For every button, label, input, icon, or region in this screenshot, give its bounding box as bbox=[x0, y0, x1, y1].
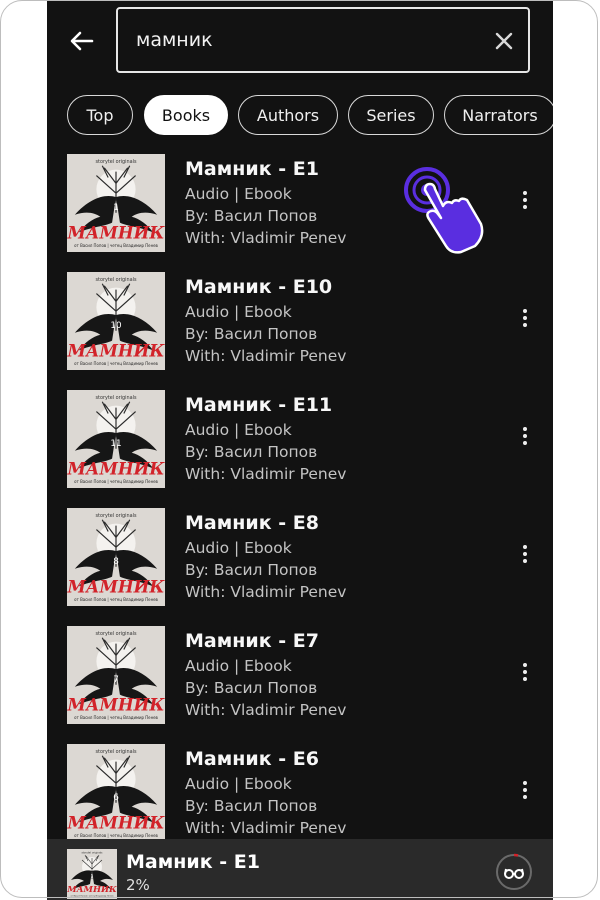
book-cover: 6 storytel originals МАМНИК от Васил Поп… bbox=[67, 744, 165, 842]
book-cover: 10 storytel originals МАМНИК от Васил По… bbox=[67, 272, 165, 370]
back-button[interactable] bbox=[65, 24, 99, 58]
book-narrator: With: Vladimir Penev bbox=[185, 347, 347, 365]
svg-text:МАМНИК: МАМНИК bbox=[67, 458, 165, 478]
book-narrator: With: Vladimir Penev bbox=[185, 819, 347, 837]
svg-text:storytel originals: storytel originals bbox=[95, 513, 136, 519]
svg-text:от Васил Попов | четец Владими: от Васил Попов | четец Владимир Пенев bbox=[74, 243, 158, 248]
svg-text:МАМНИК: МАМНИК bbox=[67, 885, 117, 895]
tab-series-label: Series bbox=[366, 105, 416, 125]
tab-series[interactable]: Series bbox=[348, 95, 434, 135]
player-title: Мамник - E1 bbox=[126, 851, 260, 873]
more-vertical-icon bbox=[515, 781, 535, 799]
more-vertical-icon bbox=[515, 427, 535, 445]
close-icon bbox=[495, 32, 513, 50]
book-author: By: Васил Попов bbox=[185, 325, 318, 343]
book-format: Audio | Ebook bbox=[185, 303, 292, 321]
tab-top-label: Top bbox=[86, 105, 114, 125]
svg-text:storytel originals: storytel originals bbox=[95, 631, 136, 637]
search-screen: мамник Top Books Authors Series Narrator… bbox=[47, 0, 553, 900]
book-cover: 11 storytel originals МАМНИК от Васил По… bbox=[67, 390, 165, 488]
tab-books-label: Books bbox=[161, 105, 211, 125]
more-options-button[interactable] bbox=[515, 778, 535, 802]
svg-text:storytel originals: storytel originals bbox=[95, 159, 136, 165]
svg-text:storytel originals: storytel originals bbox=[95, 749, 136, 755]
tab-top[interactable]: Top bbox=[67, 95, 133, 135]
tab-authors[interactable]: Authors bbox=[238, 95, 338, 135]
svg-text:от Васил Попов | четец Владими: от Васил Попов | четец Владимир Пенев bbox=[74, 715, 158, 720]
more-options-button[interactable] bbox=[515, 306, 535, 330]
svg-text:МАМНИК: МАМНИК bbox=[67, 576, 165, 596]
svg-text:от Васил Попов | четец Владими: от Васил Попов | четец Владимир Пенев bbox=[74, 479, 158, 484]
mini-player[interactable]: 1 storytel originals МАМНИК от Васил Поп… bbox=[47, 839, 553, 900]
more-vertical-icon bbox=[515, 545, 535, 563]
player-action-button[interactable] bbox=[495, 853, 533, 891]
svg-text:от Васил Попов | четец Владими: от Васил Попов | четец Владимир Пенев bbox=[74, 597, 158, 602]
more-vertical-icon bbox=[515, 309, 535, 327]
svg-text:10: 10 bbox=[110, 321, 122, 331]
svg-text:7: 7 bbox=[113, 675, 119, 685]
book-format: Audio | Ebook bbox=[185, 539, 292, 557]
svg-text:от Васил Попов | четец Владими: от Васил Попов | четец Владимир Пенев bbox=[74, 833, 158, 838]
book-narrator: With: Vladimir Penev bbox=[185, 465, 347, 483]
book-cover: 7 storytel originals МАМНИК от Васил Поп… bbox=[67, 626, 165, 724]
svg-text:МАМНИК: МАМНИК bbox=[67, 694, 165, 714]
book-cover: 8 storytel originals МАМНИК от Васил Поп… bbox=[67, 508, 165, 606]
book-title: Мамник - E1 bbox=[185, 158, 319, 180]
svg-text:1: 1 bbox=[91, 874, 94, 880]
book-author: By: Васил Попов bbox=[185, 443, 318, 461]
book-title: Мамник - E8 bbox=[185, 512, 319, 534]
svg-text:storytel originals: storytel originals bbox=[95, 277, 136, 283]
book-narrator: With: Vladimir Penev bbox=[185, 701, 347, 719]
svg-text:МАМНИК: МАМНИК bbox=[67, 222, 165, 242]
more-vertical-icon bbox=[515, 663, 535, 681]
book-author: By: Васил Попов bbox=[185, 207, 318, 225]
book-author: By: Васил Попов bbox=[185, 561, 318, 579]
svg-text:МАМНИК: МАМНИК bbox=[67, 340, 165, 360]
filter-tabs: Top Books Authors Series Narrators bbox=[67, 95, 553, 135]
book-title: Мамник - E7 bbox=[185, 630, 319, 652]
arrow-left-icon bbox=[70, 31, 94, 51]
tab-authors-label: Authors bbox=[256, 105, 320, 125]
more-vertical-icon bbox=[515, 191, 535, 209]
svg-text:6: 6 bbox=[113, 793, 119, 803]
book-narrator: With: Vladimir Penev bbox=[185, 583, 347, 601]
book-author: By: Васил Попов bbox=[185, 797, 318, 815]
player-cover: 1 storytel originals МАМНИК от Васил Поп… bbox=[67, 849, 117, 899]
book-format: Audio | Ebook bbox=[185, 185, 292, 203]
book-format: Audio | Ebook bbox=[185, 657, 292, 675]
tab-books[interactable]: Books bbox=[144, 95, 228, 135]
book-narrator: With: Vladimir Penev bbox=[185, 229, 347, 247]
more-options-button[interactable] bbox=[515, 424, 535, 448]
more-options-button[interactable] bbox=[515, 660, 535, 684]
tab-narrators[interactable]: Narrators bbox=[444, 95, 553, 135]
list-item[interactable]: 8 storytel originals МАМНИК от Васил Поп… bbox=[47, 502, 553, 620]
svg-text:от Васил Попов | четец Владими: от Васил Попов | четец Владимир Пенев bbox=[74, 361, 158, 366]
book-title: Мамник - E6 bbox=[185, 748, 319, 770]
svg-text:8: 8 bbox=[113, 557, 119, 567]
svg-text:МАМНИК: МАМНИК bbox=[67, 812, 165, 832]
reading-glasses-icon bbox=[496, 853, 532, 890]
svg-text:storytel originals: storytel originals bbox=[82, 851, 104, 855]
tab-narrators-label: Narrators bbox=[462, 105, 538, 125]
book-format: Audio | Ebook bbox=[185, 775, 292, 793]
list-item[interactable]: 7 storytel originals МАМНИК от Васил Поп… bbox=[47, 620, 553, 738]
book-title: Мамник - E11 bbox=[185, 394, 333, 416]
list-item[interactable]: 11 storytel originals МАМНИК от Васил По… bbox=[47, 384, 553, 502]
search-input[interactable]: мамник bbox=[116, 7, 530, 73]
svg-text:11: 11 bbox=[110, 439, 121, 449]
svg-text:storytel originals: storytel originals bbox=[95, 395, 136, 401]
svg-text:1: 1 bbox=[113, 203, 119, 213]
book-format: Audio | Ebook bbox=[185, 421, 292, 439]
book-title: Мамник - E10 bbox=[185, 276, 333, 298]
svg-text:от Васил Попов | четец Владими: от Васил Попов | четец Владимир Пенев bbox=[71, 896, 115, 898]
more-options-button[interactable] bbox=[515, 542, 535, 566]
tap-hand-icon bbox=[403, 166, 487, 254]
book-cover: 1 storytel originals МАМНИК от Васил Поп… bbox=[67, 154, 165, 252]
more-options-button[interactable] bbox=[515, 188, 535, 212]
player-progress: 2% bbox=[126, 876, 150, 894]
clear-search-button[interactable] bbox=[494, 31, 514, 51]
book-author: By: Васил Попов bbox=[185, 679, 318, 697]
list-item[interactable]: 10 storytel originals МАМНИК от Васил По… bbox=[47, 266, 553, 384]
search-query: мамник bbox=[136, 29, 213, 51]
